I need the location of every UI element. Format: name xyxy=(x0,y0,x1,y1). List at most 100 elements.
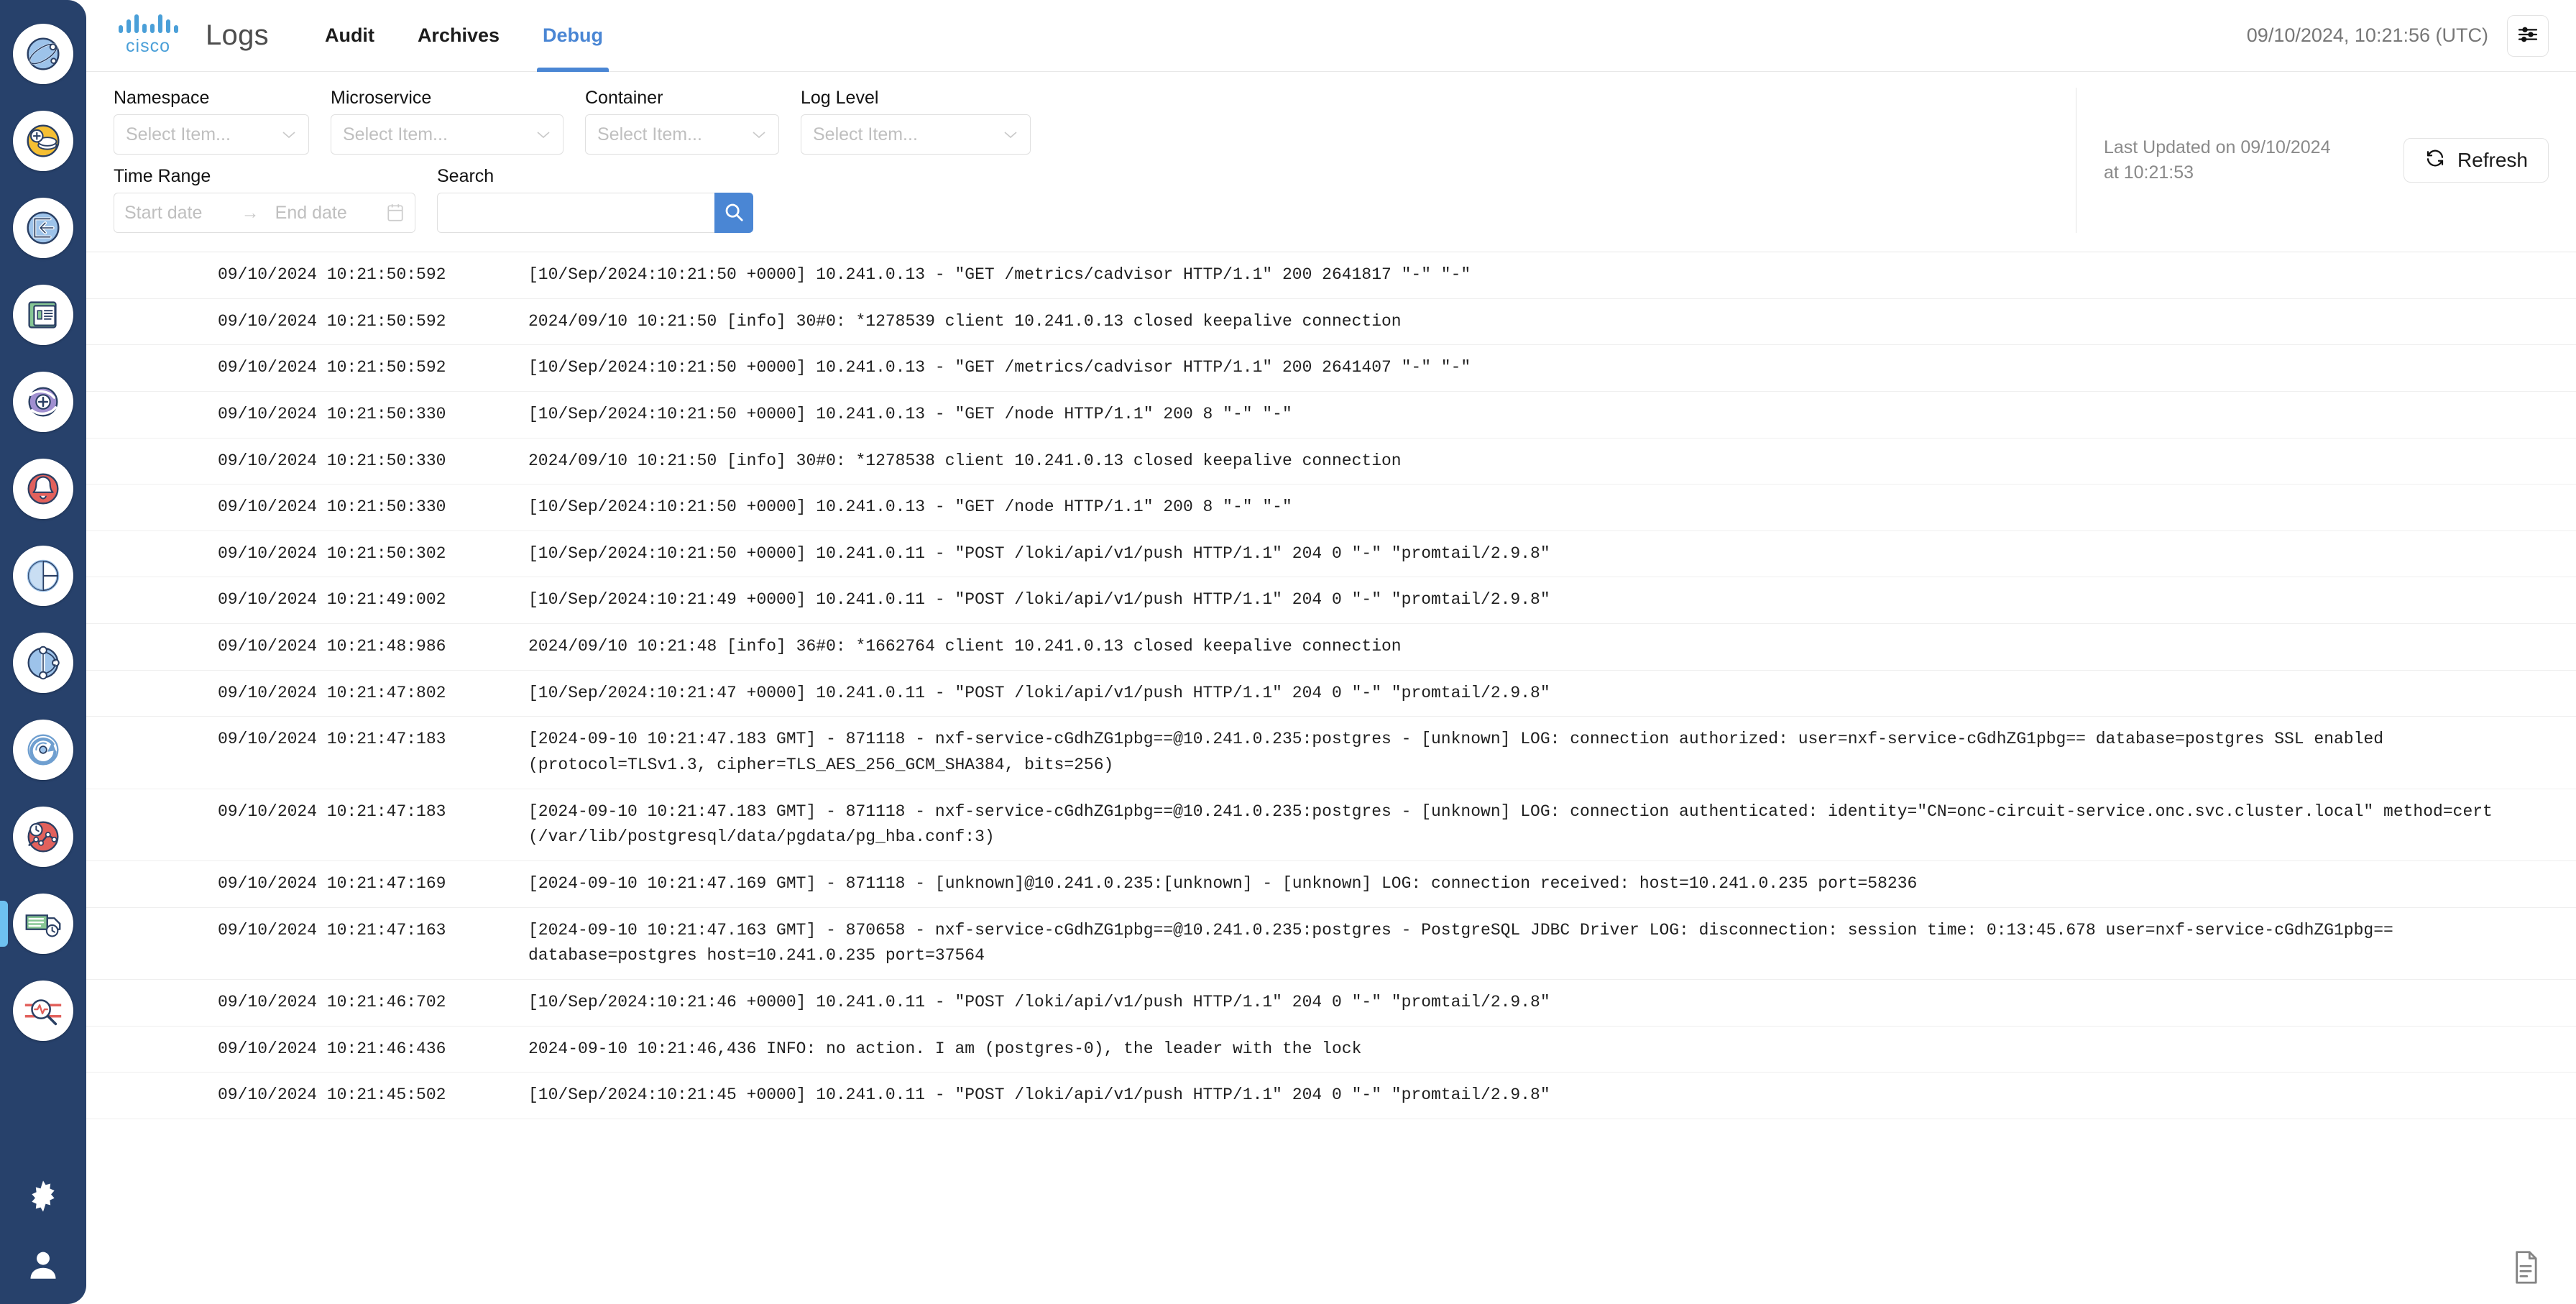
search-icon xyxy=(723,201,745,225)
log-timestamp: 09/10/2024 10:21:49:002 xyxy=(218,590,446,610)
header-settings-button[interactable] xyxy=(2507,14,2549,57)
sidebar-item-diagnostics-search[interactable] xyxy=(0,967,86,1054)
time-range-picker[interactable]: Start date → End date xyxy=(114,193,415,233)
log-timestamp: 09/10/2024 10:21:50:592 xyxy=(218,358,446,377)
log-timestamp: 09/10/2024 10:21:47:183 xyxy=(218,802,446,821)
table-row[interactable]: 09/10/2024 10:21:50:330 [10/Sep/2024:10:… xyxy=(86,485,2576,531)
log-timestamp: 09/10/2024 10:21:45:502 xyxy=(218,1085,446,1105)
log-timestamp: 09/10/2024 10:21:47:183 xyxy=(218,730,446,749)
sidebar-item-alarms-bell[interactable] xyxy=(0,445,86,532)
table-row[interactable]: 09/10/2024 10:21:47:163 [2024-09-10 10:2… xyxy=(86,908,2576,980)
log-message: [10/Sep/2024:10:21:50 +0000] 10.241.0.13… xyxy=(528,404,1292,423)
log-timestamp: 09/10/2024 10:21:50:302 xyxy=(218,543,446,563)
left-sidebar xyxy=(0,0,86,1304)
table-row[interactable]: 09/10/2024 10:21:50:302 [10/Sep/2024:10:… xyxy=(86,531,2576,578)
table-row[interactable]: 09/10/2024 10:21:50:330 [10/Sep/2024:10:… xyxy=(86,392,2576,439)
filter-time-range: Time Range Start date → End date xyxy=(114,166,415,233)
search-button[interactable] xyxy=(714,193,753,233)
log-timestamp: 09/10/2024 10:21:47:163 xyxy=(218,920,446,940)
filter-row-selects: Namespace Select Item... Microservice Se… xyxy=(114,88,2054,155)
log-message: [10/Sep/2024:10:21:50 +0000] 10.241.0.13… xyxy=(528,497,1292,517)
sidebar-item-add-orbit[interactable] xyxy=(0,358,86,445)
table-row[interactable]: 09/10/2024 10:21:50:592 [10/Sep/2024:10:… xyxy=(86,252,2576,299)
log-message: 2024/09/10 10:21:50 [info] 30#0: *127853… xyxy=(528,311,1402,331)
log-table[interactable]: 09/10/2024 10:21:50:592 [10/Sep/2024:10:… xyxy=(86,252,2576,1304)
search-label: Search xyxy=(437,166,494,186)
microservice-select[interactable]: Select Item... xyxy=(331,114,564,155)
table-row[interactable]: 09/10/2024 10:21:47:183 [2024-09-10 10:2… xyxy=(86,717,2576,789)
table-row[interactable]: 09/10/2024 10:21:47:169 [2024-09-10 10:2… xyxy=(86,861,2576,908)
sidebar-item-add-coins[interactable] xyxy=(0,97,86,184)
namespace-select-value: Select Item... xyxy=(126,124,231,144)
sidebar-item-sync-refresh[interactable] xyxy=(0,706,86,793)
topology-icon xyxy=(13,632,73,693)
sidebar-item-split-circle[interactable] xyxy=(0,532,86,619)
table-row[interactable]: 09/10/2024 10:21:46:702 [10/Sep/2024:10:… xyxy=(86,980,2576,1027)
refresh-button[interactable]: Refresh xyxy=(2403,138,2549,183)
filter-bar: Namespace Select Item... Microservice Se… xyxy=(86,72,2576,252)
filter-row-time-search: Time Range Start date → End date Search xyxy=(114,166,2054,233)
orbit-plus-icon xyxy=(13,371,73,432)
user-icon[interactable] xyxy=(23,1245,63,1285)
log-level-label: Log Level xyxy=(801,88,879,108)
namespace-label: Namespace xyxy=(114,88,210,108)
end-date-input[interactable]: End date xyxy=(275,203,347,224)
log-message: [10/Sep/2024:10:21:49 +0000] 10.241.0.11… xyxy=(528,590,1550,610)
log-message: [2024-09-10 10:21:47.183 GMT] - 871118 -… xyxy=(528,730,2384,775)
log-message: 2024/09/10 10:21:50 [info] 30#0: *127853… xyxy=(528,451,1402,470)
table-row[interactable]: 09/10/2024 10:21:45:502 [10/Sep/2024:10:… xyxy=(86,1073,2576,1119)
namespace-select[interactable]: Select Item... xyxy=(114,114,309,155)
log-timestamp: 09/10/2024 10:21:50:592 xyxy=(218,265,446,284)
log-timestamp: 09/10/2024 10:21:46:702 xyxy=(218,992,446,1011)
filter-namespace: Namespace Select Item... xyxy=(114,88,309,155)
sidebar-item-login-arrow[interactable] xyxy=(0,184,86,271)
top-header: cisco Logs Audit Archives Debug 09/10/20… xyxy=(86,0,2576,72)
gear-icon[interactable] xyxy=(23,1176,63,1216)
table-row[interactable]: 09/10/2024 10:21:49:002 [10/Sep/2024:10:… xyxy=(86,577,2576,625)
logs-icon xyxy=(13,893,73,954)
log-level-select[interactable]: Select Item... xyxy=(801,114,1031,155)
pulse-search-icon xyxy=(13,980,73,1041)
log-message: [2024-09-10 10:21:47.169 GMT] - 871118 -… xyxy=(528,873,1918,893)
tab-debug[interactable]: Debug xyxy=(521,0,625,72)
table-row[interactable]: 09/10/2024 10:21:47:802 [10/Sep/2024:10:… xyxy=(86,671,2576,717)
sidebar-item-performance-chart[interactable] xyxy=(0,793,86,880)
sidebar-item-logs[interactable] xyxy=(0,880,86,967)
export-document-icon[interactable] xyxy=(2510,1251,2542,1284)
log-timestamp: 09/10/2024 10:21:50:592 xyxy=(218,311,446,331)
log-message: 2024-09-10 10:21:46,436 INFO: no action.… xyxy=(528,1039,1362,1058)
globe-icon xyxy=(13,23,73,84)
login-arrow-icon xyxy=(13,197,73,258)
log-rows-container: 09/10/2024 10:21:50:592 [10/Sep/2024:10:… xyxy=(86,252,2576,1119)
last-updated-line1: Last Updated on 09/10/2024 xyxy=(2103,137,2331,157)
document-list-icon xyxy=(13,284,73,345)
sidebar-item-inventory-document[interactable] xyxy=(0,271,86,358)
search-input[interactable] xyxy=(437,193,714,233)
time-range-label: Time Range xyxy=(114,166,211,186)
filter-fields: Namespace Select Item... Microservice Se… xyxy=(114,88,2054,233)
tab-archives[interactable]: Archives xyxy=(396,0,521,72)
tab-audit[interactable]: Audit xyxy=(303,0,396,72)
chevron-down-icon xyxy=(1003,127,1018,142)
table-row[interactable]: 09/10/2024 10:21:48:986 2024/09/10 10:21… xyxy=(86,624,2576,671)
app-root: cisco Logs Audit Archives Debug 09/10/20… xyxy=(0,0,2576,1304)
filter-status-area: Last Updated on 09/10/2024 at 10:21:53 R… xyxy=(2075,88,2549,233)
start-date-input[interactable]: Start date xyxy=(124,203,202,224)
microservice-label: Microservice xyxy=(331,88,432,108)
table-row[interactable]: 09/10/2024 10:21:47:183 [2024-09-10 10:2… xyxy=(86,789,2576,861)
chevron-down-icon xyxy=(535,127,551,142)
table-row[interactable]: 09/10/2024 10:21:50:592 2024/09/10 10:21… xyxy=(86,299,2576,346)
sidebar-item-dashboard-globe[interactable] xyxy=(0,10,86,97)
table-row[interactable]: 09/10/2024 10:21:50:330 2024/09/10 10:21… xyxy=(86,439,2576,485)
filter-microservice: Microservice Select Item... xyxy=(331,88,564,155)
log-message: [10/Sep/2024:10:21:50 +0000] 10.241.0.11… xyxy=(528,543,1550,563)
header-tabs: Audit Archives Debug xyxy=(303,0,625,72)
filter-container: Container Select Item... xyxy=(585,88,779,155)
log-message: [2024-09-10 10:21:47.163 GMT] - 870658 -… xyxy=(528,920,2393,965)
container-select[interactable]: Select Item... xyxy=(585,114,779,155)
log-message: 2024/09/10 10:21:48 [info] 36#0: *166276… xyxy=(528,637,1402,656)
table-row[interactable]: 09/10/2024 10:21:50:592 [10/Sep/2024:10:… xyxy=(86,345,2576,392)
sidebar-item-topology-nodes[interactable] xyxy=(0,619,86,706)
log-timestamp: 09/10/2024 10:21:48:986 xyxy=(218,637,446,656)
table-row[interactable]: 09/10/2024 10:21:46:436 2024-09-10 10:21… xyxy=(86,1027,2576,1073)
